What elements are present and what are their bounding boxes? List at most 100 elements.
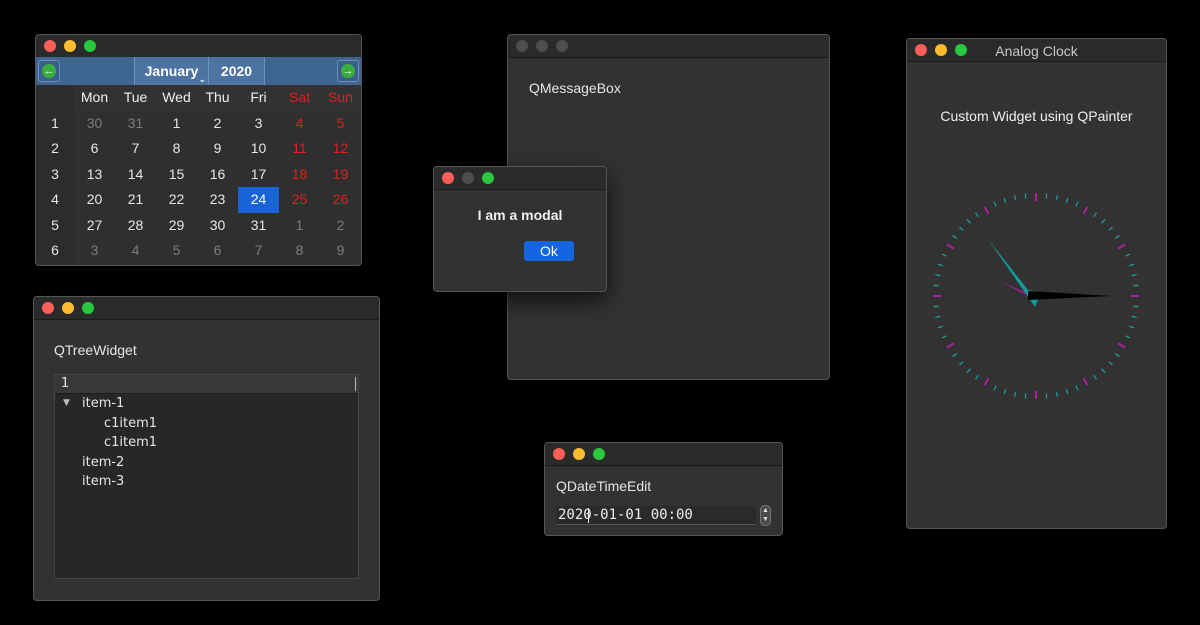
up-down-icon[interactable]: ▲ ▼: [760, 505, 771, 526]
triangle-down-icon[interactable]: ▼: [63, 394, 70, 414]
zoom-icon[interactable]: [556, 40, 568, 52]
clock-titlebar[interactable]: Analog Clock: [907, 39, 1166, 62]
zoom-icon[interactable]: [84, 40, 96, 52]
calendar-day-cell[interactable]: 11: [279, 136, 320, 162]
calendar-day-cell[interactable]: 16: [197, 161, 238, 187]
datetime-input[interactable]: 2020-01-01 00:00: [556, 506, 756, 525]
analog-clock-face: [933, 193, 1139, 399]
calendar-day-cell[interactable]: 26: [320, 187, 361, 213]
calendar-day-cell[interactable]: 8: [156, 136, 197, 162]
calendar-day-cell[interactable]: 29: [156, 212, 197, 238]
text-caret: [588, 508, 589, 523]
calendar-day-cell[interactable]: 4: [279, 110, 320, 136]
minute-tick: [1114, 234, 1120, 239]
minute-tick: [937, 325, 943, 329]
ok-button[interactable]: Ok: [524, 241, 574, 261]
minute-tick: [966, 368, 971, 373]
calendar-day-cell[interactable]: 25: [279, 187, 320, 213]
tree-widget[interactable]: 1 ▼ item-1 c1item1 c1item1 item-2 item-3: [54, 374, 359, 579]
calendar-day-cell[interactable]: 1: [279, 212, 320, 238]
previous-month-button[interactable]: ←: [38, 60, 60, 82]
calendar-day-cell[interactable]: 27: [74, 212, 115, 238]
calendar-day-cell[interactable]: 2: [320, 212, 361, 238]
minimize-icon[interactable]: [64, 40, 76, 52]
calendar-day-cell[interactable]: 31: [238, 212, 279, 238]
minute-tick: [1133, 284, 1139, 287]
calendar-day-cell[interactable]: 9: [197, 136, 238, 162]
calendar-day-cell[interactable]: 31: [115, 110, 156, 136]
close-icon[interactable]: [516, 40, 528, 52]
tree-column-header[interactable]: 1: [55, 375, 358, 394]
calendar-day-cell[interactable]: 4: [115, 238, 156, 264]
minute-tick: [993, 385, 997, 391]
calendar-day-cell[interactable]: 5: [320, 110, 361, 136]
next-month-button[interactable]: →: [337, 60, 359, 82]
calendar-day-cell[interactable]: 19: [320, 161, 361, 187]
arrow-left-icon: ←: [42, 64, 56, 78]
minute-tick: [1055, 195, 1059, 201]
calendar-navigation-bar: ← January ⌄ 2020 →: [36, 57, 361, 85]
minute-tick: [1131, 315, 1137, 319]
tree-item[interactable]: ▼ item-1: [55, 394, 358, 414]
minimize-icon[interactable]: [536, 40, 548, 52]
minimize-icon[interactable]: [573, 448, 585, 460]
tree-item[interactable]: c1item1: [55, 414, 358, 434]
zoom-icon[interactable]: [482, 172, 494, 184]
minimize-icon[interactable]: [62, 302, 74, 314]
datetime-value: 2020-01-01 00:00: [558, 507, 693, 523]
close-icon[interactable]: [42, 302, 54, 314]
tree-item[interactable]: item-2: [55, 453, 358, 473]
tree-item[interactable]: c1item1: [55, 433, 358, 453]
calendar-day-cell[interactable]: 18: [279, 161, 320, 187]
datetime-titlebar[interactable]: [545, 443, 782, 466]
tree-item-label: c1item1: [104, 415, 158, 431]
tree-item[interactable]: item-3: [55, 472, 358, 492]
calendar-day-cell[interactable]: 7: [115, 136, 156, 162]
calendar-day-cell[interactable]: 22: [156, 187, 197, 213]
messagebox-label: QMessageBox: [529, 80, 621, 96]
tree-rows: ▼ item-1 c1item1 c1item1 item-2 item-3: [55, 394, 358, 492]
weekday-header: Sun: [328, 89, 353, 105]
close-icon[interactable]: [442, 172, 454, 184]
calendar-day-cell[interactable]: 14: [115, 161, 156, 187]
calendar-day-cell[interactable]: 2: [197, 110, 238, 136]
calendar-day-cell[interactable]: 23: [197, 187, 238, 213]
calendar-day-cell[interactable]: 7: [238, 238, 279, 264]
month-selector[interactable]: January ⌄: [134, 57, 209, 85]
calendar-day-cell[interactable]: 5: [156, 238, 197, 264]
modal-titlebar[interactable]: [434, 167, 606, 190]
calendar-day-cell[interactable]: 9: [320, 238, 361, 264]
minute-tick: [1131, 273, 1137, 277]
window-title: Analog Clock: [995, 43, 1078, 59]
minute-tick: [933, 284, 939, 287]
calendar-day-cell[interactable]: 6: [197, 238, 238, 264]
calendar-day-cell[interactable]: 10: [238, 136, 279, 162]
zoom-icon[interactable]: [593, 448, 605, 460]
close-icon[interactable]: [553, 448, 565, 460]
calendar-day-cell[interactable]: 3: [74, 238, 115, 264]
calendar-day-cell[interactable]: 8: [279, 238, 320, 264]
calendar-day-cell[interactable]: 15: [156, 161, 197, 187]
messagebox-titlebar[interactable]: [508, 35, 829, 58]
column-resize-handle[interactable]: [355, 377, 356, 391]
calendar-day-cell[interactable]: 17: [238, 161, 279, 187]
calendar-day-cell[interactable]: 28: [115, 212, 156, 238]
tree-titlebar[interactable]: [34, 297, 379, 320]
calendar-day-cell[interactable]: 30: [197, 212, 238, 238]
calendar-day-cell[interactable]: 21: [115, 187, 156, 213]
calendar-day-cell[interactable]: 30: [74, 110, 115, 136]
calendar-day-cell[interactable]: 13: [74, 161, 115, 187]
year-selector[interactable]: 2020: [209, 57, 265, 85]
close-icon[interactable]: [44, 40, 56, 52]
year-label: 2020: [220, 63, 253, 79]
calendar-day-cell[interactable]: 20: [74, 187, 115, 213]
calendar-titlebar[interactable]: [36, 35, 361, 58]
zoom-icon[interactable]: [82, 302, 94, 314]
calendar-day-cell[interactable]: 1: [156, 110, 197, 136]
calendar-day-cell[interactable]: 24: [238, 187, 279, 213]
hour-tick: [1117, 243, 1126, 250]
calendar-day-cell[interactable]: 6: [74, 136, 115, 162]
calendar-day-cell[interactable]: 12: [320, 136, 361, 162]
calendar-day-cell[interactable]: 3: [238, 110, 279, 136]
weekday-header: Mon: [80, 89, 109, 105]
